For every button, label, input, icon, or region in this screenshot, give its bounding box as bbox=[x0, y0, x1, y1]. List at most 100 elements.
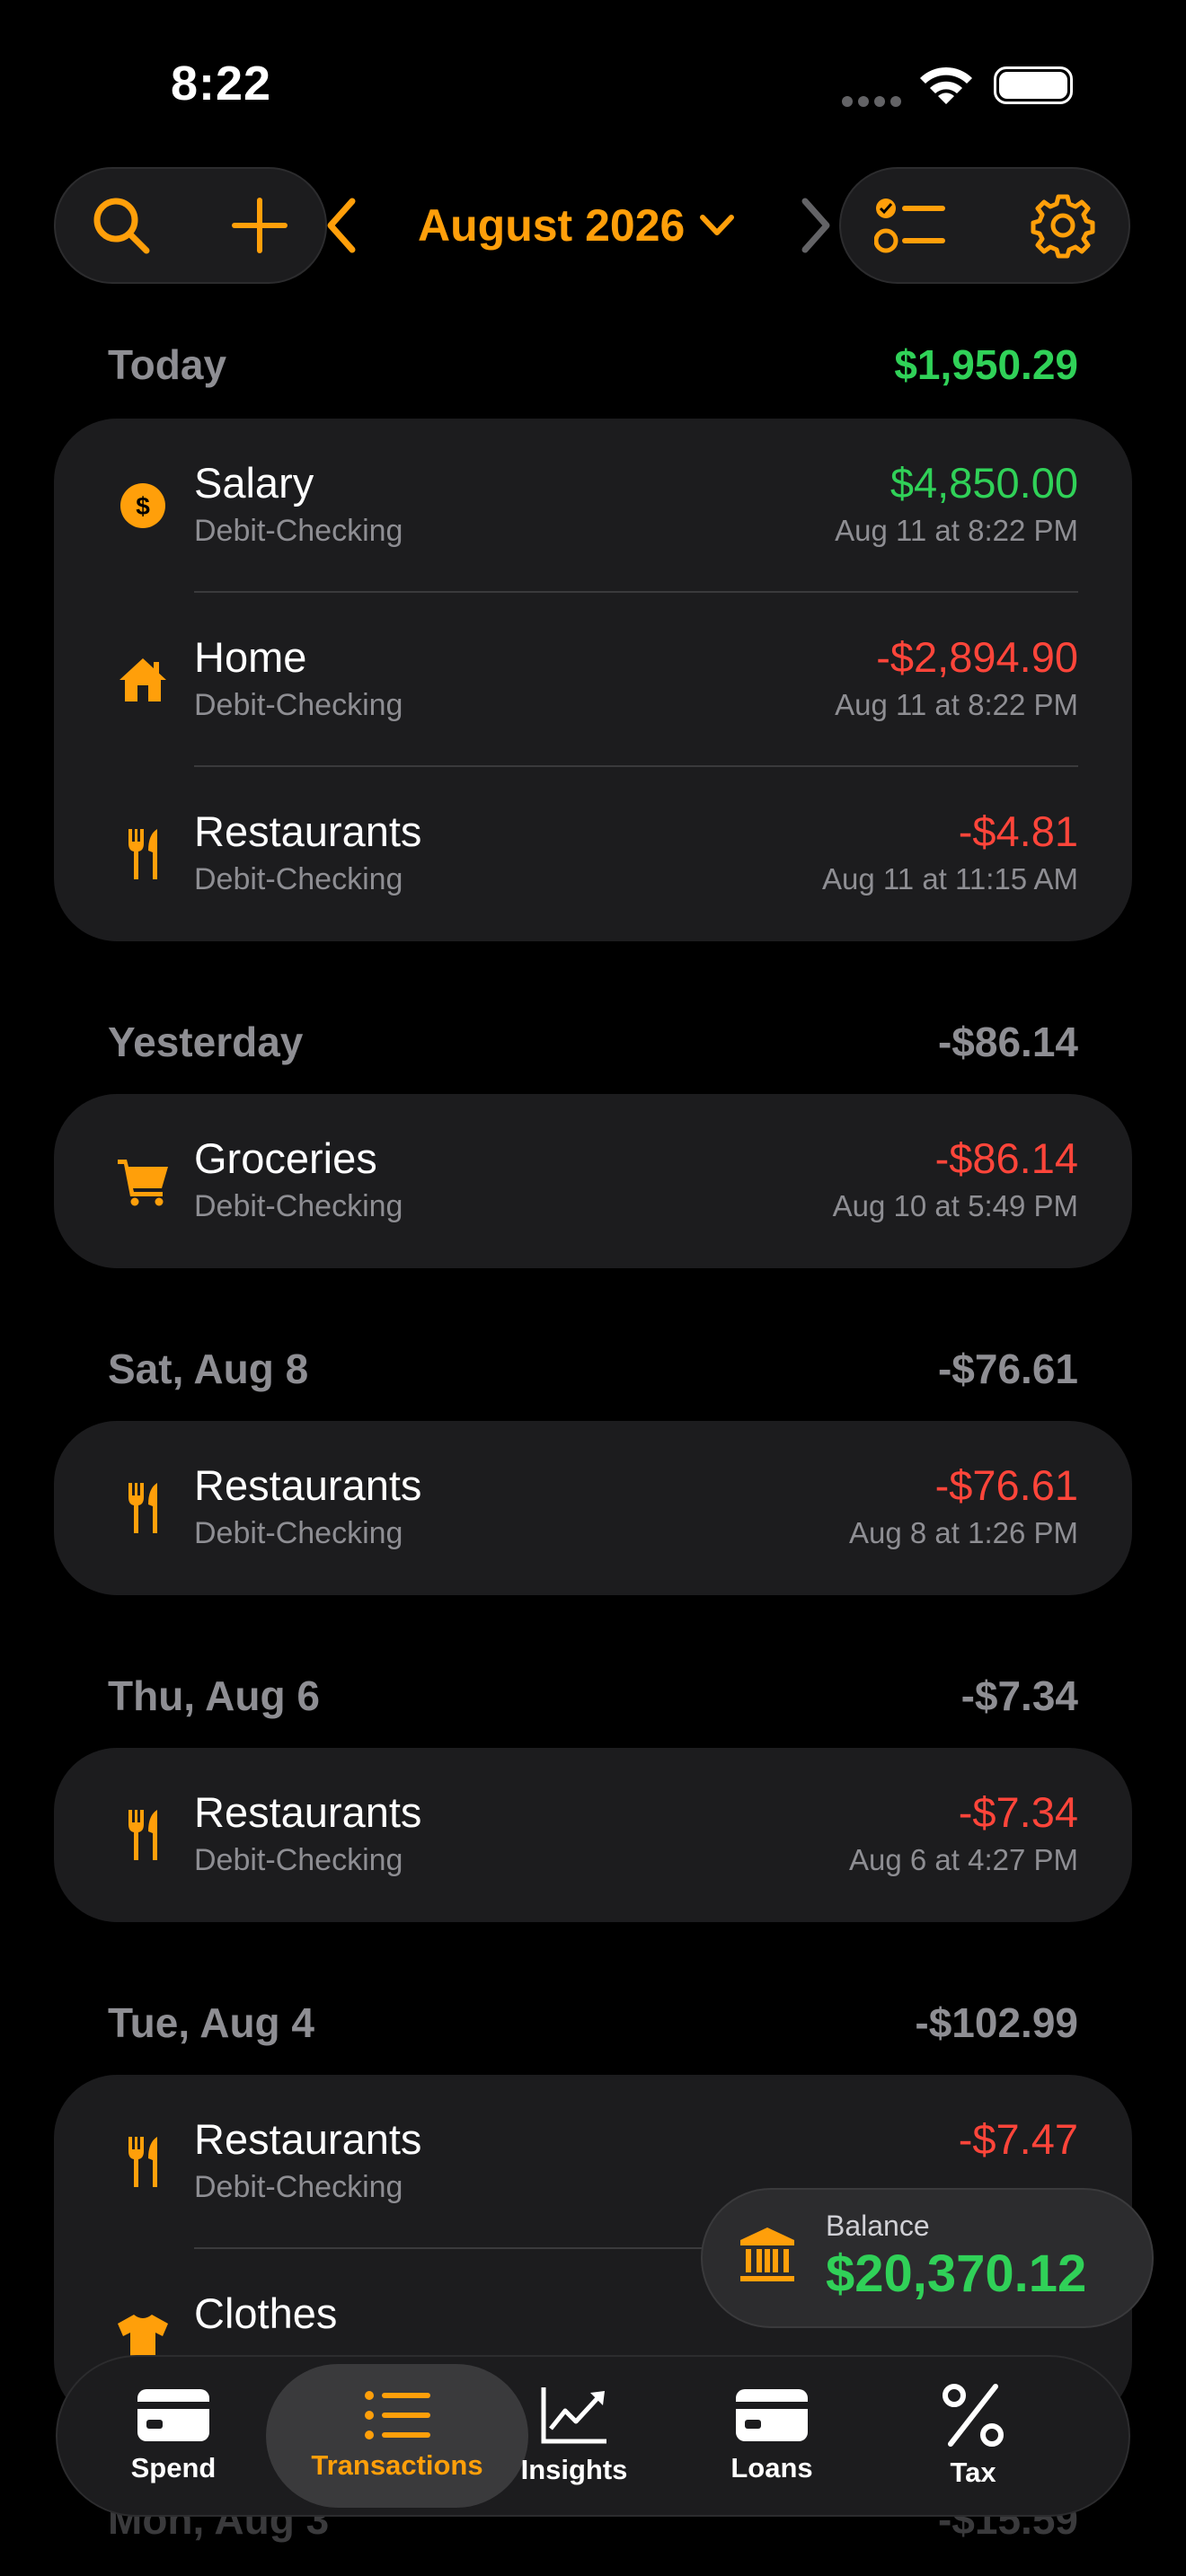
transaction-date: Aug 11 at 8:22 PM bbox=[835, 514, 1078, 547]
tab-label: Insights bbox=[520, 2454, 628, 2485]
tab-loans[interactable]: Loans bbox=[668, 2364, 875, 2508]
transaction-amount: $4,850.00 bbox=[890, 459, 1078, 507]
transaction-account: Debit-Checking bbox=[194, 514, 403, 548]
fork-knife-icon bbox=[111, 1804, 174, 1866]
month-label: August 2026 bbox=[418, 200, 686, 251]
bank-icon bbox=[740, 2228, 794, 2281]
transaction-row[interactable]: Groceries Debit-Checking -$86.14 Aug 10 … bbox=[54, 1094, 1132, 1268]
section-label: Thu, Aug 6 bbox=[108, 1672, 320, 1719]
section-label: Tue, Aug 4 bbox=[108, 1999, 314, 2046]
credit-card-icon bbox=[137, 2389, 209, 2441]
transaction-row[interactable]: Restaurants Debit-Checking -$76.61 Aug 8… bbox=[54, 1421, 1132, 1595]
transactions-card-yesterday: Groceries Debit-Checking -$86.14 Aug 10 … bbox=[54, 1094, 1132, 1268]
list-icon bbox=[365, 2391, 430, 2439]
gear-icon bbox=[1031, 194, 1095, 259]
transaction-amount: -$86.14 bbox=[934, 1134, 1078, 1182]
plus-icon bbox=[232, 198, 288, 253]
transaction-amount: -$76.61 bbox=[934, 1461, 1078, 1509]
chart-line-icon bbox=[541, 2387, 606, 2444]
settings-button[interactable] bbox=[1005, 169, 1121, 282]
filter-list-button[interactable] bbox=[852, 169, 969, 282]
transaction-row[interactable]: Restaurants Debit-Checking -$7.34 Aug 6 … bbox=[54, 1748, 1132, 1922]
balance-value: $20,370.12 bbox=[826, 2245, 1087, 2303]
tab-label: Loans bbox=[730, 2452, 813, 2483]
section-header-aug-8: Sat, Aug 8 -$76.61 bbox=[108, 1333, 1078, 1405]
tab-label: Spend bbox=[130, 2452, 217, 2483]
cart-icon bbox=[111, 1150, 174, 1213]
transaction-account: Debit-Checking bbox=[194, 862, 403, 896]
tab-label: Tax bbox=[950, 2457, 996, 2488]
section-total: -$76.61 bbox=[937, 1345, 1078, 1392]
tab-label: Transactions bbox=[311, 2449, 483, 2481]
transaction-account: Debit-Checking bbox=[194, 2170, 403, 2204]
transaction-category: Home bbox=[194, 633, 307, 681]
section-total: -$86.14 bbox=[937, 1019, 1078, 1065]
transaction-row[interactable]: Home Debit-Checking -$2,894.90 Aug 11 at… bbox=[54, 593, 1132, 767]
transactions-card-today: $ Salary Debit-Checking $4,850.00 Aug 11… bbox=[54, 419, 1132, 941]
transactions-card-aug-8: Restaurants Debit-Checking -$76.61 Aug 8… bbox=[54, 1421, 1132, 1595]
section-total: -$7.34 bbox=[960, 1672, 1078, 1719]
transaction-amount: -$4.81 bbox=[958, 807, 1078, 855]
search-icon bbox=[93, 198, 150, 254]
fork-knife-icon bbox=[111, 2130, 174, 2193]
transaction-date: Aug 10 at 5:49 PM bbox=[832, 1189, 1078, 1222]
transaction-category: Groceries bbox=[194, 1134, 377, 1182]
month-navigator: August 2026 bbox=[323, 167, 845, 284]
tab-insights[interactable]: Insights bbox=[471, 2364, 677, 2508]
transaction-category: Restaurants bbox=[194, 1461, 422, 1509]
wifi-icon bbox=[920, 66, 972, 104]
search-button[interactable] bbox=[63, 169, 180, 282]
transaction-row[interactable]: Restaurants Debit-Checking -$4.81 Aug 11… bbox=[54, 767, 1132, 941]
svg-text:$: $ bbox=[136, 492, 150, 520]
section-total: -$102.99 bbox=[915, 1999, 1078, 2046]
section-label: Today bbox=[108, 341, 227, 388]
balance-widget[interactable]: Balance $20,370.12 bbox=[701, 2188, 1154, 2328]
transaction-amount: -$7.47 bbox=[958, 2115, 1078, 2163]
section-header-aug-6: Thu, Aug 6 -$7.34 bbox=[108, 1660, 1078, 1732]
house-icon bbox=[111, 648, 174, 711]
tab-bar: Spend Transactions Insights Loans Tax bbox=[56, 2355, 1130, 2517]
month-picker[interactable]: August 2026 bbox=[418, 167, 735, 284]
balance-label: Balance bbox=[826, 2210, 930, 2242]
transaction-amount: -$7.34 bbox=[958, 1788, 1078, 1836]
section-label: Yesterday bbox=[108, 1019, 304, 1065]
tab-tax[interactable]: Tax bbox=[870, 2364, 1076, 2508]
transaction-date: Aug 11 at 8:22 PM bbox=[835, 688, 1078, 721]
transaction-account: Debit-Checking bbox=[194, 1843, 403, 1877]
battery-icon bbox=[994, 66, 1073, 104]
transaction-amount: -$2,894.90 bbox=[876, 633, 1078, 681]
section-label: Sat, Aug 8 bbox=[108, 1345, 309, 1392]
transaction-date: Aug 8 at 1:26 PM bbox=[849, 1516, 1078, 1549]
transaction-row[interactable]: $ Salary Debit-Checking $4,850.00 Aug 11… bbox=[54, 419, 1132, 593]
fork-knife-icon bbox=[111, 823, 174, 886]
transaction-date: Aug 6 at 4:27 PM bbox=[849, 1843, 1078, 1876]
section-total: $1,950.29 bbox=[894, 341, 1078, 388]
section-header-yesterday: Yesterday -$86.14 bbox=[108, 1006, 1078, 1078]
transaction-account: Debit-Checking bbox=[194, 688, 403, 722]
top-right-actions bbox=[839, 167, 1130, 284]
status-time: 8:22 bbox=[171, 57, 272, 110]
chevron-down-icon bbox=[700, 215, 735, 235]
checklist-icon bbox=[874, 198, 945, 253]
top-left-actions bbox=[54, 167, 327, 284]
signal-dots-icon bbox=[842, 96, 901, 107]
transaction-date: Aug 11 at 11:15 AM bbox=[822, 862, 1078, 895]
transaction-category: Restaurants bbox=[194, 1788, 422, 1836]
transaction-account: Debit-Checking bbox=[194, 1516, 403, 1550]
section-header-aug-4: Tue, Aug 4 -$102.99 bbox=[108, 1987, 1078, 2059]
transactions-card-aug-6: Restaurants Debit-Checking -$7.34 Aug 6 … bbox=[54, 1748, 1132, 1922]
transaction-account: Debit-Checking bbox=[194, 1189, 403, 1223]
transaction-category: Restaurants bbox=[194, 2115, 422, 2163]
fork-knife-icon bbox=[111, 1477, 174, 1539]
percent-icon bbox=[943, 2384, 1004, 2447]
transaction-category: Salary bbox=[194, 459, 314, 507]
section-header-today: Today $1,950.29 bbox=[108, 329, 1078, 401]
credit-card-icon bbox=[736, 2389, 808, 2441]
dollar-circle-icon: $ bbox=[111, 474, 174, 537]
transaction-category: Clothes bbox=[194, 2289, 338, 2337]
add-transaction-button[interactable] bbox=[201, 169, 318, 282]
tab-spend[interactable]: Spend bbox=[70, 2364, 277, 2508]
status-bar: 8:22 bbox=[0, 0, 1186, 171]
chevron-right-icon[interactable] bbox=[798, 194, 834, 257]
chevron-left-icon[interactable] bbox=[323, 194, 359, 257]
